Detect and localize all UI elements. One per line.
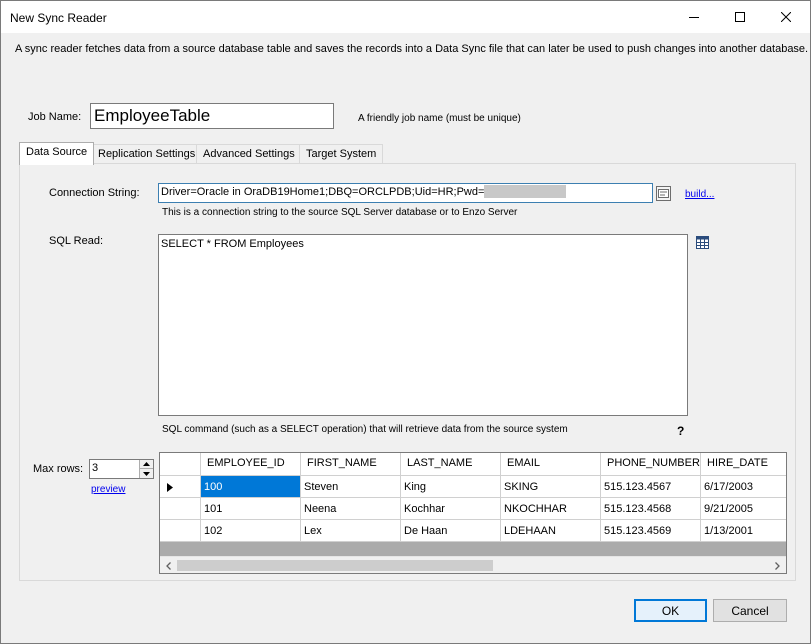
- grid-cell[interactable]: De Haan: [401, 520, 501, 542]
- grid-cell[interactable]: Neena: [301, 498, 401, 520]
- scrollbar-thumb[interactable]: [177, 560, 493, 571]
- column-header[interactable]: HIRE_DATE: [701, 453, 786, 476]
- row-header[interactable]: [160, 520, 201, 542]
- grid-cell[interactable]: Lex: [301, 520, 401, 542]
- job-name-hint: A friendly job name (must be unique): [358, 113, 521, 124]
- row-header[interactable]: [160, 476, 201, 498]
- maximize-icon: [735, 12, 745, 22]
- grid-cell[interactable]: 515.123.4568: [601, 498, 701, 520]
- window-title: New Sync Reader: [10, 11, 107, 25]
- table-grid-icon: [696, 236, 709, 249]
- scroll-left-button[interactable]: [160, 557, 177, 573]
- grid-cell[interactable]: SKING: [501, 476, 601, 498]
- sql-read-textarea[interactable]: SELECT * FROM Employees: [158, 234, 688, 416]
- sql-read-hint: SQL command (such as a SELECT operation)…: [162, 424, 568, 435]
- grid-cell[interactable]: 101: [201, 498, 301, 520]
- tab-target-system[interactable]: Target System: [299, 144, 384, 164]
- minimize-icon: [689, 17, 699, 18]
- help-icon[interactable]: ?: [677, 424, 684, 438]
- sync-reader-dialog: New Sync Reader A sync reader fetches da…: [0, 0, 811, 644]
- grid-cell[interactable]: Kochhar: [401, 498, 501, 520]
- minimize-button[interactable]: [671, 1, 717, 33]
- current-row-arrow-icon: [167, 483, 173, 492]
- grid-cell[interactable]: 102: [201, 520, 301, 542]
- max-rows-stepper[interactable]: 3: [89, 459, 154, 479]
- close-button[interactable]: [763, 1, 809, 33]
- column-header[interactable]: PHONE_NUMBER: [601, 453, 701, 476]
- column-header[interactable]: EMPLOYEE_ID: [201, 453, 301, 476]
- column-header[interactable]: LAST_NAME: [401, 453, 501, 476]
- cancel-button[interactable]: Cancel: [713, 599, 787, 622]
- preview-grid[interactable]: EMPLOYEE_ID FIRST_NAME LAST_NAME EMAIL P…: [159, 452, 787, 574]
- chevron-down-icon: [143, 471, 150, 476]
- build-link[interactable]: build...: [685, 189, 714, 200]
- connection-builder-button[interactable]: [656, 186, 671, 201]
- sql-read-label: SQL Read:: [49, 235, 104, 247]
- max-rows-label: Max rows:: [33, 463, 84, 475]
- connection-string-hint: This is a connection string to the sourc…: [162, 207, 518, 218]
- tab-data-source[interactable]: Data Source: [19, 142, 95, 165]
- chevron-right-icon: [775, 561, 780, 570]
- grid-cell[interactable]: 1/13/2001: [701, 520, 786, 542]
- dialog-description: A sync reader fetches data from a source…: [15, 43, 809, 55]
- row-header[interactable]: [160, 498, 201, 520]
- grid-cell[interactable]: 9/21/2005: [701, 498, 786, 520]
- grid-cell[interactable]: King: [401, 476, 501, 498]
- table-picker-button[interactable]: [696, 236, 710, 250]
- tab-advanced-settings[interactable]: Advanced Settings: [196, 144, 302, 164]
- grid-cell[interactable]: Steven: [301, 476, 401, 498]
- max-rows-value: 3: [92, 462, 99, 474]
- column-header[interactable]: EMAIL: [501, 453, 601, 476]
- job-name-label: Job Name:: [28, 111, 82, 123]
- grid-cell[interactable]: NKOCHHAR: [501, 498, 601, 520]
- preview-link[interactable]: preview: [91, 484, 125, 495]
- ok-button[interactable]: OK: [634, 599, 707, 622]
- close-icon: [781, 12, 791, 22]
- stepper-up-button[interactable]: [139, 460, 153, 469]
- scroll-right-button[interactable]: [769, 557, 786, 573]
- column-header[interactable]: FIRST_NAME: [301, 453, 401, 476]
- job-name-input[interactable]: EmployeeTable: [90, 103, 334, 129]
- grid-corner: [160, 453, 201, 476]
- connection-string-label: Connection String:: [49, 187, 140, 199]
- title-bar: New Sync Reader: [1, 1, 810, 33]
- connection-string-input[interactable]: Driver=Oracle in OraDB19Home1;DBQ=ORCLPD…: [158, 183, 653, 203]
- grid-cell[interactable]: 100: [201, 476, 301, 498]
- tab-replication-settings[interactable]: Replication Settings: [91, 144, 203, 164]
- grid-cell[interactable]: 515.123.4567: [601, 476, 701, 498]
- connection-dialog-icon: [656, 186, 671, 201]
- chevron-left-icon: [166, 561, 171, 570]
- horizontal-scrollbar[interactable]: [160, 556, 786, 573]
- connection-string-value: Driver=Oracle in OraDB19Home1;DBQ=ORCLPD…: [161, 186, 485, 198]
- grid-cell[interactable]: 6/17/2003: [701, 476, 786, 498]
- chevron-up-icon: [143, 462, 150, 466]
- grid-cell[interactable]: LDEHAAN: [501, 520, 601, 542]
- password-mask: [484, 184, 567, 198]
- maximize-button[interactable]: [717, 1, 763, 33]
- stepper-down-button[interactable]: [139, 469, 153, 478]
- grid-cell[interactable]: 515.123.4569: [601, 520, 701, 542]
